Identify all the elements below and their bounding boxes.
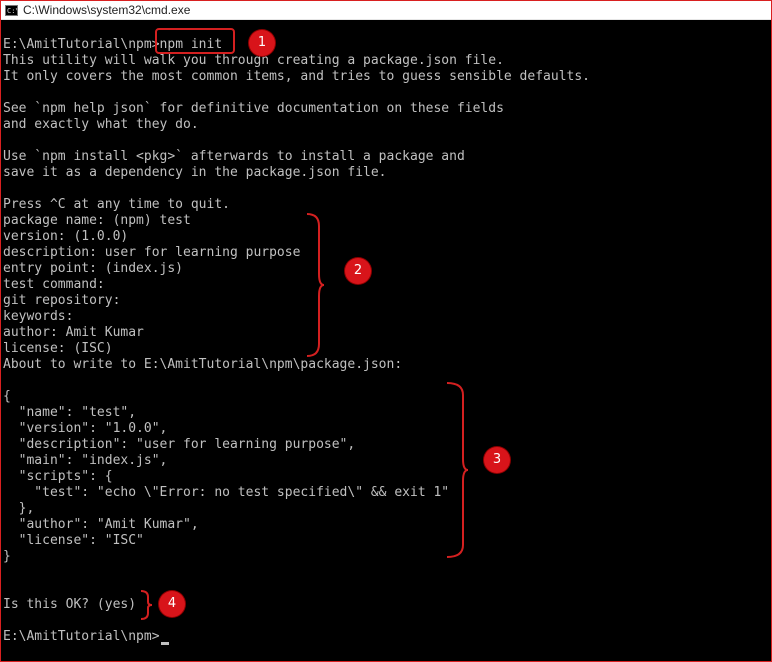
prompt-text: E:\AmitTutorial\npm> (3, 37, 160, 52)
console-line: } (3, 549, 11, 564)
console-line: { (3, 389, 11, 404)
console-line: It only covers the most common items, an… (3, 69, 590, 84)
text-cursor (161, 642, 169, 645)
annotation-badge-3: 3 (484, 447, 510, 473)
console-line: package name: (npm) test (3, 213, 191, 228)
window-title: C:\Windows\system32\cmd.exe (23, 3, 191, 17)
confirm-brace (140, 590, 153, 620)
annotation-badge-1: 1 (249, 30, 275, 56)
console-line: See `npm help json` for definitive docum… (3, 101, 504, 116)
console-line: Press ^C at any time to quit. (3, 197, 230, 212)
console-line: "main": "index.js", (3, 453, 168, 468)
annotation-badge-2: 2 (345, 258, 371, 284)
console-line: Is this OK? (yes) (3, 597, 137, 612)
console-line: license: (ISC) (3, 341, 113, 356)
console-line: author: Amit Kumar (3, 325, 144, 340)
console-line: and exactly what they do. (3, 117, 199, 132)
console-line: }, (3, 501, 35, 516)
console-line: This utility will walk you through creat… (3, 53, 504, 68)
console-line: "scripts": { (3, 469, 113, 484)
console-line: version: (1.0.0) (3, 229, 129, 244)
json-preview-brace (446, 382, 469, 558)
console-line: description: user for learning purpose (3, 245, 301, 260)
console-line: test command: (3, 277, 105, 292)
console-line: save it as a dependency in the package.j… (3, 165, 387, 180)
command-highlight-box (155, 28, 235, 54)
cmd-icon: C:\ (5, 4, 18, 16)
console-line: "license": "ISC" (3, 533, 144, 548)
console-line: E:\AmitTutorial\npm> (3, 629, 160, 644)
console-line: git repository: (3, 293, 121, 308)
console-line: "description": "user for learning purpos… (3, 437, 356, 452)
console-line: About to write to E:\AmitTutorial\npm\pa… (3, 357, 403, 372)
title-bar[interactable]: C:\ C:\Windows\system32\cmd.exe (1, 1, 771, 20)
console-line: "author": "Amit Kumar", (3, 517, 199, 532)
console-line: "name": "test", (3, 405, 137, 420)
prompts-brace (306, 213, 325, 357)
console-line: Use `npm install <pkg>` afterwards to in… (3, 149, 465, 164)
console-line: "version": "1.0.0", (3, 421, 168, 436)
cmd-window: C:\ C:\Windows\system32\cmd.exe E:\AmitT… (0, 0, 772, 662)
annotation-badge-4: 4 (159, 591, 185, 617)
console-line: keywords: (3, 309, 74, 324)
console-area[interactable]: E:\AmitTutorial\npm>npm init This utilit… (1, 20, 771, 661)
console-line: entry point: (index.js) (3, 261, 184, 276)
console-line: "test": "echo \"Error: no test specified… (3, 485, 450, 500)
